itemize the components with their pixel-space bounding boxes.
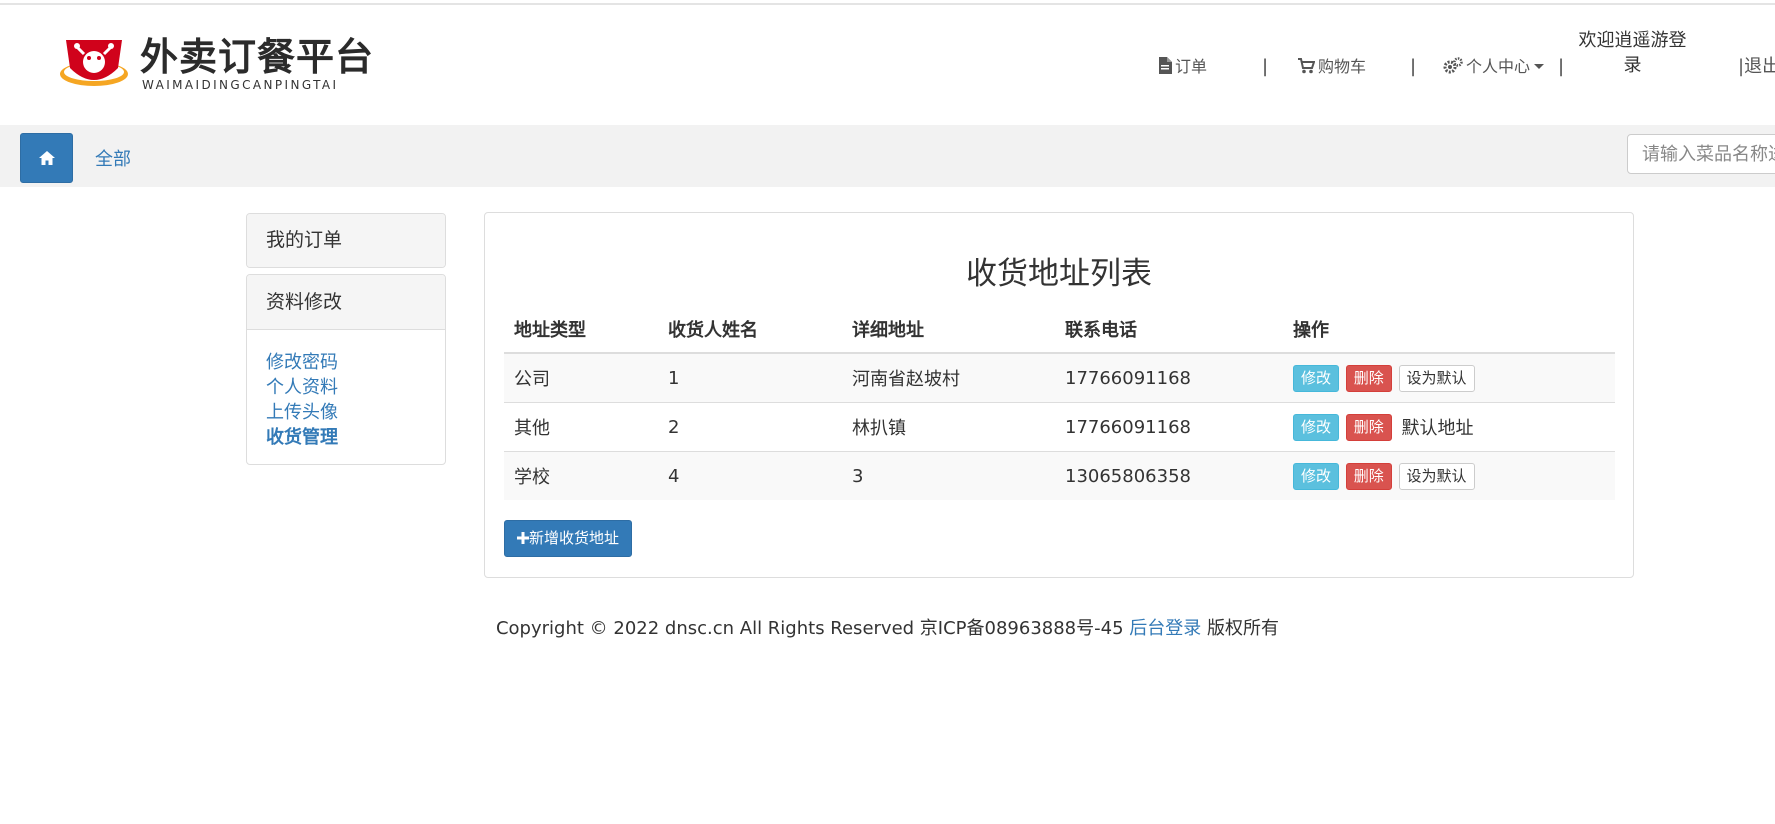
nav-profile-dropdown[interactable]: 个人中心 [1443, 55, 1548, 79]
detail-address: 3 [842, 451, 1055, 500]
actions-cell: 修改 删除 设为默认 [1283, 451, 1615, 500]
sidebar-profile-panel: 资料修改 修改密码 个人资料 上传头像 收货管理 [246, 274, 446, 465]
sidebar-link-address-management[interactable]: 收货管理 [266, 425, 426, 450]
add-address-button[interactable]: 新增收货地址 [504, 520, 633, 557]
delete-button[interactable]: 删除 [1345, 413, 1392, 441]
recipient-name: 2 [658, 402, 842, 452]
plus-icon [517, 532, 529, 544]
default-address-label: 默认地址 [1401, 418, 1474, 439]
footer: Copyright © 2022 dnsc.cn All Rights Rese… [0, 614, 1775, 640]
nav-separator: | [1410, 56, 1417, 77]
gears-icon [1443, 57, 1463, 74]
set-default-button[interactable]: 设为默认 [1398, 364, 1475, 392]
home-icon [38, 151, 55, 165]
table-row: 其他 2 林扒镇 17766091168 修改 删除 默认地址 [504, 402, 1615, 452]
actions-cell: 修改 删除 设为默认 [1283, 352, 1615, 403]
edit-button[interactable]: 修改 [1293, 413, 1340, 441]
sidebar-profile-heading[interactable]: 资料修改 [247, 275, 445, 330]
address-type: 公司 [504, 352, 658, 403]
search-input[interactable] [1627, 134, 1775, 174]
home-button[interactable] [20, 133, 73, 183]
address-panel: 收货地址列表 地址类型 收货人姓名 详细地址 联系电话 操作 公司 1 河南省赵… [484, 212, 1634, 578]
logout-link[interactable]: |退出 [1738, 55, 1775, 79]
admin-login-link[interactable]: 后台登录 [1129, 618, 1201, 639]
file-icon [1159, 57, 1172, 74]
nav-cart[interactable]: 购物车 [1298, 55, 1366, 79]
column-header: 详细地址 [842, 305, 1055, 354]
delete-button[interactable]: 删除 [1345, 364, 1392, 392]
brand-name-en: WAIMAIDINGCANPINGTAI [142, 78, 339, 92]
sidebar-link-avatar[interactable]: 上传头像 [266, 400, 426, 425]
set-default-button[interactable]: 设为默认 [1398, 462, 1475, 490]
add-address-label: 新增收货地址 [529, 529, 620, 547]
edit-button[interactable]: 修改 [1293, 462, 1340, 490]
sidebar-link-profile[interactable]: 个人资料 [266, 375, 426, 400]
recipient-name: 4 [658, 451, 842, 500]
edit-button[interactable]: 修改 [1293, 364, 1340, 392]
address-type: 学校 [504, 451, 658, 500]
column-header: 操作 [1283, 305, 1615, 354]
rights-text: 版权所有 [1207, 618, 1280, 639]
detail-address: 河南省赵坡村 [842, 352, 1055, 403]
category-bar: 全部 [0, 125, 1775, 187]
phone: 17766091168 [1055, 352, 1283, 403]
category-all-link[interactable]: 全部 [95, 145, 131, 171]
detail-address: 林扒镇 [842, 402, 1055, 452]
brand-logo[interactable]: 外卖订餐平台 WAIMAIDINGCANPINGTAI [58, 34, 373, 94]
nav-orders-label: 订单 [1175, 57, 1208, 76]
sidebar-link-change-password[interactable]: 修改密码 [266, 350, 426, 375]
table-header-row: 地址类型 收货人姓名 详细地址 联系电话 操作 [504, 305, 1615, 354]
welcome-text: 欢迎逍遥游登录 [1578, 30, 1687, 76]
nav-profile-label: 个人中心 [1466, 57, 1531, 76]
address-table: 地址类型 收货人姓名 详细地址 联系电话 操作 公司 1 河南省赵坡村 1776… [504, 305, 1615, 500]
table-row: 公司 1 河南省赵坡村 17766091168 修改 删除 设为默认 [504, 352, 1615, 403]
table-row: 学校 4 3 13065806358 修改 删除 设为默认 [504, 451, 1615, 500]
phone: 13065806358 [1055, 451, 1283, 500]
phone: 17766091168 [1055, 402, 1283, 452]
nav-separator: | [1558, 56, 1565, 77]
sidebar-orders-panel: 我的订单 [246, 213, 446, 268]
actions-cell: 修改 删除 默认地址 [1283, 402, 1615, 452]
nav-orders[interactable]: 订单 [1158, 55, 1207, 79]
copyright-text: Copyright © 2022 dnsc.cn All Rights Rese… [495, 618, 1124, 639]
address-type: 其他 [504, 402, 658, 452]
nav-cart-label: 购物车 [1318, 57, 1367, 76]
column-header: 地址类型 [504, 305, 658, 354]
top-divider [0, 3, 1775, 5]
page-title: 收货地址列表 [966, 256, 1152, 292]
brand-name: 外卖订餐平台 [140, 34, 375, 79]
crab-logo-icon [60, 40, 128, 86]
column-header: 收货人姓名 [658, 305, 842, 354]
recipient-name: 1 [658, 352, 842, 403]
delete-button[interactable]: 删除 [1345, 462, 1392, 490]
caret-down-icon [1534, 64, 1545, 69]
sidebar-orders-heading[interactable]: 我的订单 [247, 214, 445, 267]
column-header: 联系电话 [1055, 305, 1283, 354]
nav-separator: | [1262, 56, 1269, 77]
cart-icon [1298, 58, 1316, 74]
